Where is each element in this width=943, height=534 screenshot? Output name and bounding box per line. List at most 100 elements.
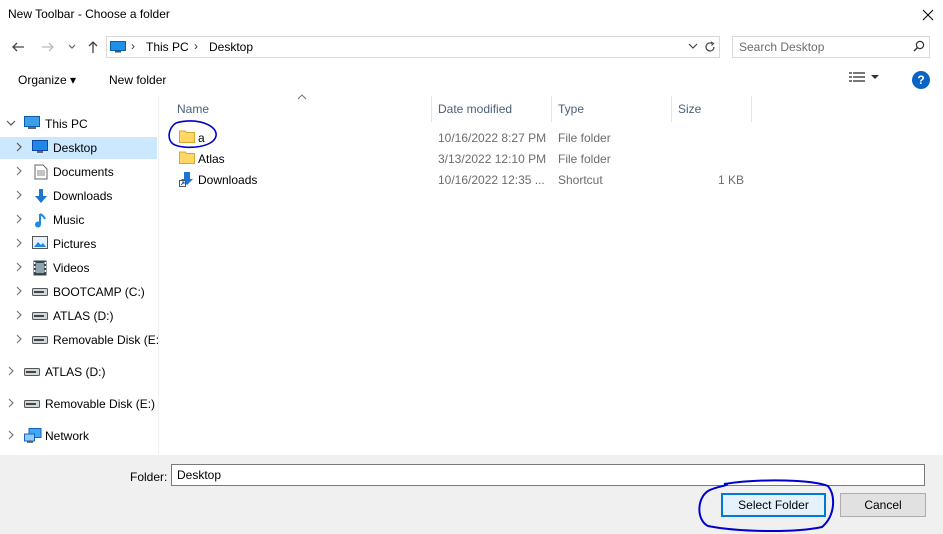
column-header-type[interactable]: Type: [552, 96, 671, 122]
nav-item-desktop[interactable]: Desktop: [0, 137, 157, 159]
chevron-down-icon: [68, 44, 76, 49]
folder-icon: [179, 130, 195, 143]
drive-icon: [32, 288, 48, 296]
close-icon: [922, 9, 934, 21]
file-date: 10/16/2022 12:35 ...: [438, 173, 545, 187]
search-box[interactable]: [732, 36, 930, 58]
help-icon: ?: [917, 73, 925, 87]
change-view-button[interactable]: [849, 71, 879, 83]
cancel-button[interactable]: Cancel: [840, 493, 926, 517]
navigation-pane[interactable]: This PC Desktop Documents Downloads Musi…: [0, 96, 163, 454]
nav-item-label: ATLAS (D:): [45, 365, 106, 379]
drive-icon: [32, 312, 48, 320]
file-type: File folder: [558, 152, 611, 166]
up-button[interactable]: [83, 37, 103, 57]
nav-item-documents[interactable]: Documents: [0, 161, 157, 183]
search-input[interactable]: [739, 39, 899, 55]
new-folder-button[interactable]: New folder: [109, 73, 166, 87]
nav-item-pictures[interactable]: Pictures: [0, 233, 157, 255]
nav-item-videos[interactable]: Videos: [0, 257, 157, 279]
nav-item-label: BOOTCAMP (C:): [53, 285, 145, 299]
chevron-right-icon: [16, 310, 22, 320]
forward-button[interactable]: [38, 37, 58, 57]
breadcrumb-separator-icon: ›: [194, 39, 198, 53]
column-header-size[interactable]: Size: [672, 96, 751, 122]
file-type: File folder: [558, 131, 611, 145]
chevron-right-icon: [16, 334, 22, 344]
window-title: New Toolbar - Choose a folder: [8, 7, 170, 21]
refresh-icon: [705, 41, 715, 52]
chevron-right-icon: [16, 142, 22, 152]
file-name: Downloads: [198, 173, 258, 187]
address-bar[interactable]: › This PC › Desktop: [106, 36, 702, 58]
chevron-down-icon: [6, 120, 16, 126]
videos-icon: [33, 260, 47, 276]
nav-item-label: ATLAS (D:): [53, 309, 114, 323]
nav-item-network[interactable]: Network: [0, 425, 157, 447]
nav-item-atlas-d-root[interactable]: ATLAS (D:): [0, 361, 157, 383]
arrow-left-icon: [12, 42, 24, 52]
column-header-name[interactable]: Name: [159, 96, 431, 122]
recent-locations-button[interactable]: [62, 37, 82, 57]
column-header-date-modified[interactable]: Date modified: [432, 96, 551, 122]
nav-item-label: Music: [53, 213, 85, 227]
dialog-footer: Folder: Select Folder Cancel: [0, 455, 943, 534]
nav-item-removable-e-root[interactable]: Removable Disk (E:): [0, 393, 157, 415]
title-bar: New Toolbar - Choose a folder: [0, 0, 943, 30]
nav-item-removable-e[interactable]: Removable Disk (E:): [0, 329, 163, 351]
chevron-right-icon: [8, 366, 14, 376]
breadcrumb-separator-icon: ›: [131, 39, 135, 53]
file-row-downloads[interactable]: Downloads 10/16/2022 12:35 ... Shortcut …: [159, 169, 943, 190]
chevron-right-icon: [16, 286, 22, 296]
column-header-label: Name: [177, 102, 210, 116]
arrow-right-icon: [42, 42, 54, 52]
column-header-label: Type: [558, 102, 585, 116]
select-folder-button[interactable]: Select Folder: [721, 493, 826, 517]
chevron-right-icon: [16, 190, 22, 200]
column-header-label: Size: [678, 102, 702, 116]
folder-input[interactable]: [177, 468, 917, 482]
nav-item-bootcamp-c[interactable]: BOOTCAMP (C:): [0, 281, 157, 303]
close-button[interactable]: [913, 0, 943, 30]
file-type: Shortcut: [558, 173, 603, 187]
drive-icon: [24, 400, 40, 408]
folder-icon: [179, 151, 195, 164]
chevron-right-icon: [16, 214, 22, 224]
folder-label: Folder:: [130, 470, 168, 484]
pc-icon: [110, 41, 126, 53]
column-header-label: Date modified: [438, 102, 513, 116]
file-name: Atlas: [198, 152, 225, 166]
folder-field[interactable]: [171, 464, 925, 486]
file-date: 10/16/2022 8:27 PM: [438, 131, 547, 145]
back-button[interactable]: [8, 37, 28, 57]
file-size: 1 KB: [717, 173, 744, 187]
pictures-icon: [32, 236, 48, 249]
organize-button[interactable]: Organize ▾: [18, 73, 76, 87]
documents-icon: [34, 164, 48, 180]
file-list[interactable]: Name Date modified Type Size a 10/16/202…: [159, 94, 943, 454]
nav-item-label: Downloads: [53, 189, 113, 203]
nav-item-label: Pictures: [53, 237, 97, 251]
breadcrumb-desktop[interactable]: Desktop: [209, 40, 253, 54]
chevron-right-icon: [16, 238, 22, 248]
file-row-a[interactable]: a 10/16/2022 8:27 PM File folder: [159, 127, 943, 148]
caret-down-icon: [871, 75, 879, 79]
nav-item-label: This PC: [45, 117, 88, 131]
nav-item-this-pc[interactable]: This PC: [0, 113, 157, 135]
column-divider[interactable]: [751, 96, 752, 122]
nav-item-music[interactable]: Music: [0, 209, 157, 231]
details-view-icon: [849, 72, 865, 82]
nav-item-downloads[interactable]: Downloads: [0, 185, 157, 207]
drive-icon: [32, 336, 48, 344]
drive-icon: [24, 368, 40, 376]
nav-item-atlas-d[interactable]: ATLAS (D:): [0, 305, 157, 327]
file-date: 3/13/2022 12:10 PM: [438, 152, 547, 166]
address-row: › This PC › Desktop: [0, 34, 943, 60]
chevron-right-icon: [8, 430, 14, 440]
breadcrumb-this-pc[interactable]: This PC: [146, 40, 189, 54]
help-button[interactable]: ?: [912, 71, 930, 89]
file-row-atlas[interactable]: Atlas 3/13/2022 12:10 PM File folder: [159, 148, 943, 169]
refresh-button[interactable]: [701, 36, 720, 58]
arrow-up-icon: [88, 41, 98, 53]
chevron-down-icon[interactable]: [687, 39, 699, 53]
